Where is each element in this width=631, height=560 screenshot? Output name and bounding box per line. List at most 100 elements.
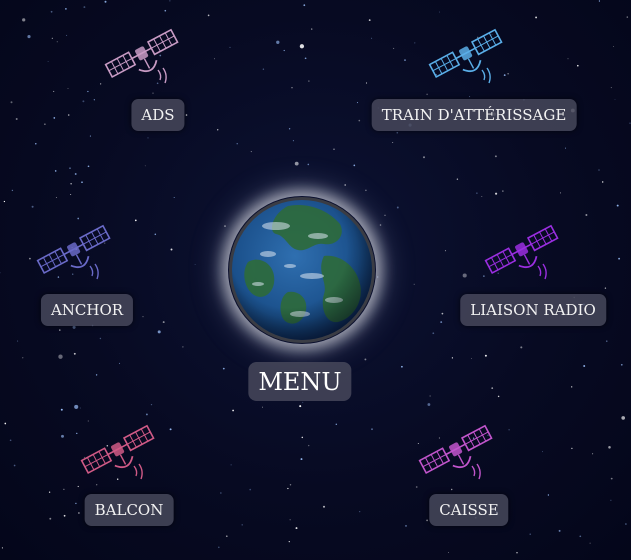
star [481, 196, 483, 197]
star [150, 403, 153, 406]
star [606, 340, 608, 342]
star [220, 492, 222, 494]
star [27, 35, 31, 39]
star [15, 118, 18, 120]
star [333, 148, 335, 150]
star [559, 192, 562, 194]
star [55, 197, 57, 198]
star [87, 90, 89, 93]
star [476, 192, 478, 194]
star [218, 546, 220, 549]
star [520, 346, 523, 349]
star [59, 329, 61, 331]
star [308, 80, 310, 82]
star [96, 484, 98, 486]
star [613, 46, 615, 47]
train-atterissage-label[interactable]: TRAIN D'ATTÉRISSAGE [371, 99, 577, 131]
star [583, 365, 586, 367]
star [365, 82, 368, 84]
star [93, 99, 95, 101]
star [495, 192, 498, 195]
star [471, 358, 473, 360]
star [396, 131, 399, 134]
balcon-label[interactable]: BALCON [84, 494, 174, 526]
star [51, 37, 53, 39]
star [295, 527, 298, 530]
star [63, 488, 65, 490]
star [448, 551, 449, 553]
caisse-label[interactable]: CAISSE [429, 494, 509, 526]
star [441, 312, 444, 315]
star [70, 194, 72, 196]
star [426, 519, 428, 522]
star [491, 387, 494, 389]
anchor-satellite-icon[interactable] [32, 222, 118, 282]
star [170, 248, 173, 251]
star [9, 439, 12, 442]
ads-label[interactable]: ADS [131, 99, 185, 131]
liaison-satellite-icon[interactable] [480, 222, 566, 282]
star [134, 219, 137, 222]
star [484, 354, 487, 357]
star [169, 428, 172, 431]
train-satellite-icon[interactable] [424, 26, 510, 86]
star [429, 395, 431, 397]
star [67, 114, 70, 116]
star [29, 257, 31, 260]
star [241, 524, 243, 526]
star [74, 173, 77, 175]
star [291, 87, 293, 89]
star [87, 165, 90, 168]
star [384, 214, 386, 216]
star [494, 155, 497, 158]
star [300, 458, 303, 461]
star [618, 257, 621, 260]
star [451, 357, 454, 359]
liaison-radio-label[interactable]: LIAISON RADIO [460, 294, 606, 326]
star [217, 129, 219, 131]
star [58, 354, 63, 359]
star [438, 11, 440, 13]
star [610, 499, 612, 501]
star [368, 19, 371, 21]
star [230, 464, 232, 466]
star [616, 204, 619, 207]
ads-satellite-icon[interactable] [100, 26, 186, 86]
caisse-satellite-icon[interactable] [414, 422, 500, 482]
star [47, 60, 49, 62]
star [558, 529, 561, 532]
star [31, 205, 34, 208]
star [65, 8, 67, 10]
star [262, 68, 265, 70]
star [304, 57, 307, 60]
star [292, 140, 294, 142]
menu-button[interactable]: MENU [248, 362, 352, 401]
star [288, 128, 291, 130]
anchor-label[interactable]: ANCHOR [40, 294, 134, 326]
star [287, 487, 289, 490]
earth-icon[interactable] [228, 196, 376, 344]
star [22, 18, 26, 22]
star [250, 151, 252, 153]
star [144, 165, 146, 167]
star [626, 16, 629, 18]
star [602, 181, 604, 183]
star [17, 340, 19, 342]
star [145, 413, 148, 416]
star [236, 143, 238, 145]
star [261, 406, 264, 408]
star [75, 502, 77, 505]
star [299, 44, 305, 49]
star [589, 542, 591, 544]
star [50, 10, 53, 13]
star [303, 4, 306, 7]
star [308, 444, 310, 447]
star [625, 523, 627, 525]
balcon-satellite-icon[interactable] [76, 422, 162, 482]
star [621, 416, 626, 420]
star [283, 49, 285, 52]
star [289, 484, 292, 486]
star [497, 395, 500, 398]
star [147, 137, 149, 139]
star [359, 511, 361, 513]
